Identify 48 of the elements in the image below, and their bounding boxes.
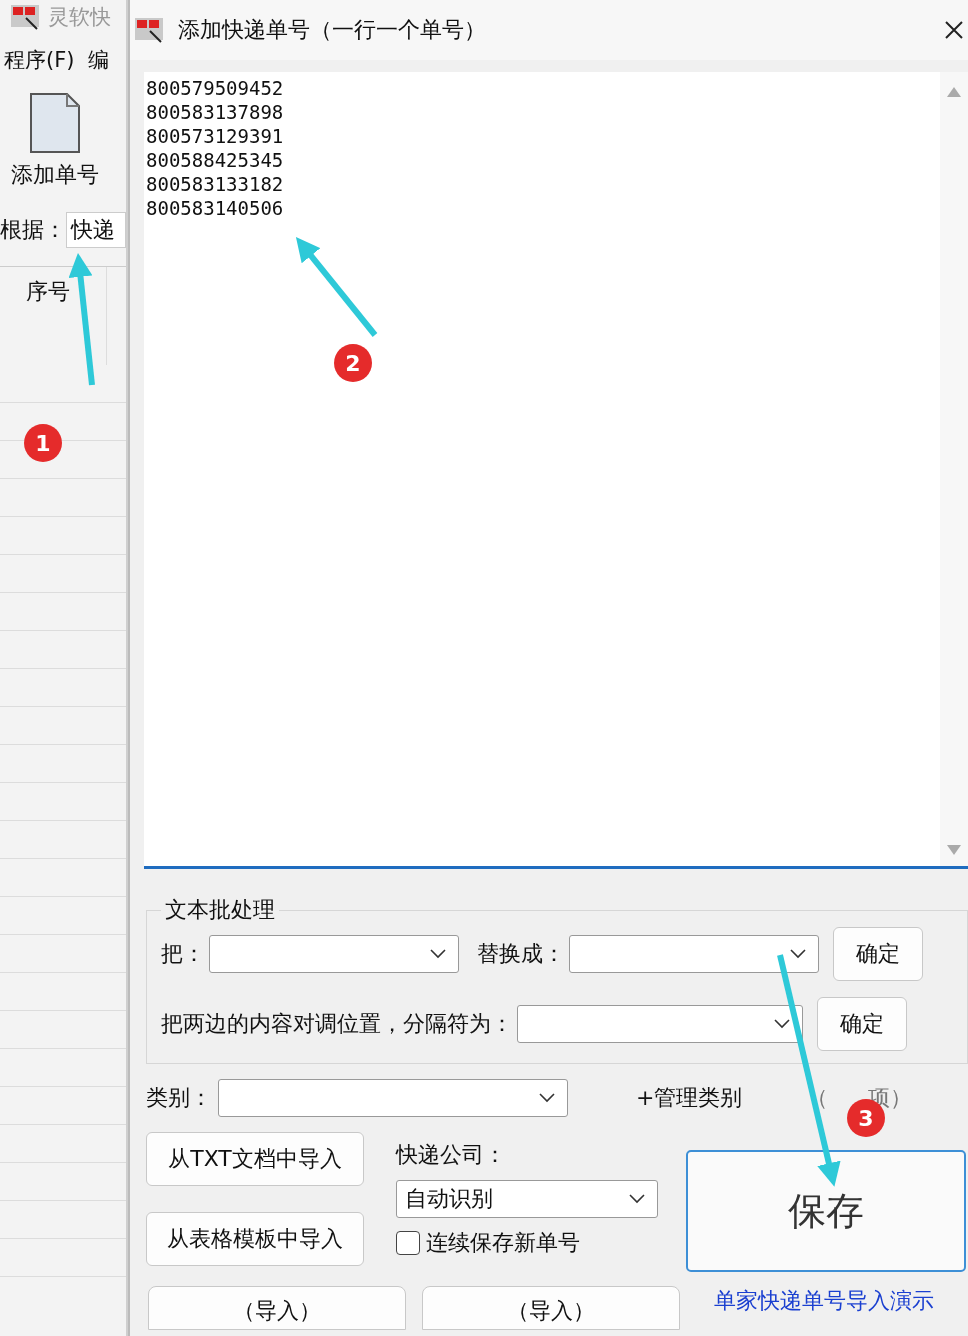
import-txt-button[interactable]: 从TXT文档中导入 <box>146 1132 364 1186</box>
close-icon[interactable] <box>944 20 964 40</box>
find-dropdown[interactable] <box>209 935 459 973</box>
chevron-icon <box>629 1194 645 1204</box>
import-button[interactable]: （导入） <box>422 1286 680 1330</box>
checkbox-label: 连续保存新单号 <box>426 1229 580 1257</box>
filter-label: 根据： <box>0 216 66 244</box>
chevron-icon <box>539 1093 555 1103</box>
import-table-button[interactable]: 从表格模板中导入 <box>146 1212 364 1266</box>
import-button[interactable]: （导入） <box>148 1286 406 1330</box>
find-label: 把： <box>161 940 205 968</box>
document-icon <box>29 92 81 154</box>
separator-dropdown[interactable] <box>517 1005 803 1043</box>
replace-label: 替换成： <box>477 940 565 968</box>
category-dropdown[interactable] <box>218 1079 568 1117</box>
scroll-up-icon[interactable] <box>946 86 962 98</box>
tracking-number-line: 800583137898 <box>146 100 285 124</box>
app-logo-icon <box>10 4 40 30</box>
background-window-title: 灵软快 <box>48 4 111 31</box>
courier-dropdown[interactable]: 自动识别 <box>396 1180 658 1218</box>
dialog-title: 添加快递单号（一行一个单号） <box>178 16 487 44</box>
replace-dropdown[interactable] <box>569 935 819 973</box>
chevron-icon <box>430 949 446 959</box>
app-logo-icon <box>134 17 164 43</box>
tracking-number-line: 800583140506 <box>146 196 285 220</box>
add-number-toolbar-button[interactable]: 添加单号 <box>0 74 110 190</box>
tracking-number-line: 800573129391 <box>146 124 285 148</box>
group-title: 文本批处理 <box>164 896 276 924</box>
filter-field[interactable]: 快递 <box>66 212 126 248</box>
category-label: 类别： <box>146 1084 212 1112</box>
menu-item[interactable]: 编 <box>88 46 110 74</box>
tracking-number-line: 800579509452 <box>146 76 285 100</box>
chevron-icon <box>774 1019 790 1029</box>
scroll-down-icon[interactable] <box>946 844 962 856</box>
manage-category-link[interactable]: +管理类别 <box>636 1083 743 1113</box>
checkbox[interactable] <box>396 1231 420 1255</box>
optional-hint: （ <box>806 1084 829 1112</box>
chevron-icon <box>790 949 806 959</box>
courier-label: 快递公司： <box>396 1141 507 1169</box>
save-button[interactable]: 保存 <box>686 1150 966 1272</box>
demo-link[interactable]: 单家快递单号导入演示 <box>714 1286 934 1316</box>
confirm-button[interactable]: 确定 <box>833 927 923 981</box>
swap-label: 把两边的内容对调位置，分隔符为： <box>161 1010 513 1038</box>
tracking-number-line: 800583133182 <box>146 172 285 196</box>
confirm-button[interactable]: 确定 <box>817 997 907 1051</box>
tracking-number-line: 800588425345 <box>146 148 285 172</box>
menu-item[interactable]: 程序(F) <box>4 46 75 74</box>
table-header: 序号 <box>0 267 107 365</box>
